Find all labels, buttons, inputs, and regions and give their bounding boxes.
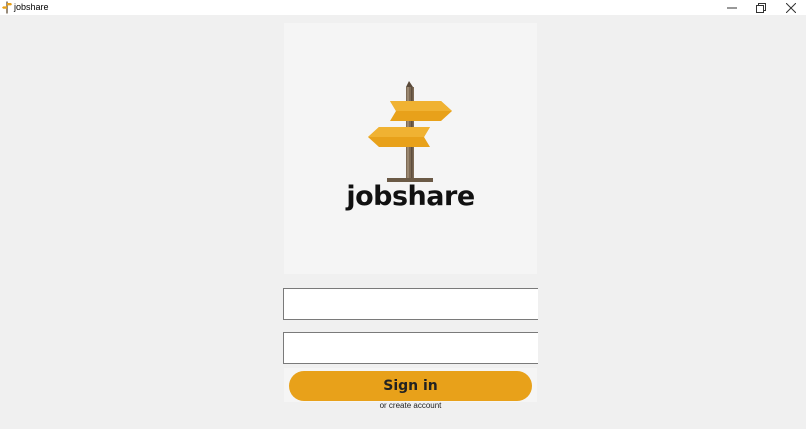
title-bar: jobshare bbox=[0, 0, 806, 15]
app-signpost-icon bbox=[2, 1, 12, 14]
close-button[interactable] bbox=[776, 0, 806, 15]
logo-panel: jobshare bbox=[284, 23, 537, 274]
close-icon bbox=[786, 2, 796, 13]
password-input[interactable] bbox=[283, 332, 538, 364]
minimize-icon bbox=[727, 7, 737, 8]
window-title: jobshare bbox=[14, 2, 49, 12]
sign-in-button[interactable]: Sign in bbox=[289, 371, 532, 401]
signin-area: Sign in bbox=[284, 368, 537, 402]
create-account-link[interactable]: or create account bbox=[284, 401, 537, 410]
minimize-button[interactable] bbox=[717, 0, 747, 15]
restore-icon bbox=[756, 2, 766, 13]
restore-button[interactable] bbox=[746, 0, 776, 15]
username-input[interactable] bbox=[283, 288, 538, 320]
signpost-icon bbox=[368, 81, 452, 182]
logo-text: jobshare bbox=[346, 181, 475, 212]
